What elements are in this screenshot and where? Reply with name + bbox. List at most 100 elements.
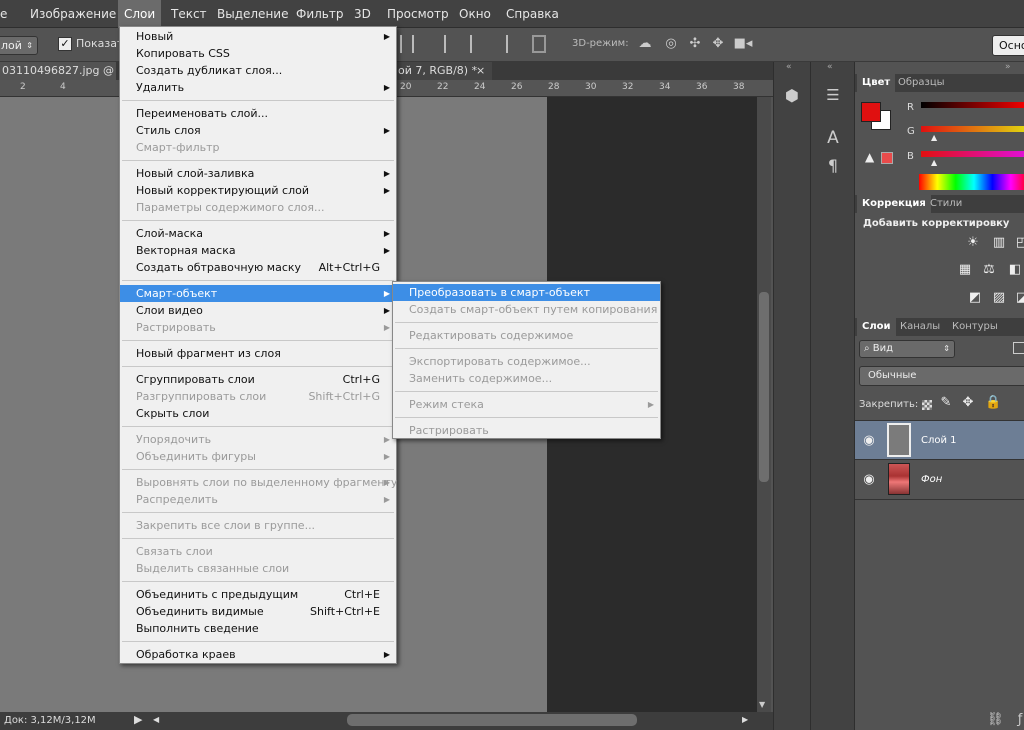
vibrance-icon[interactable]: ▦ (955, 262, 975, 277)
character-panel-icon[interactable]: A (823, 128, 843, 148)
layer_menu-item[interactable]: Копировать CSS (120, 45, 396, 62)
smart_menu-item[interactable]: Преобразовать в смарт-объект (393, 284, 660, 301)
menu-image[interactable]: Изображение (24, 0, 122, 28)
layer_menu-item[interactable]: Объединить с предыдущим Ctrl+E (120, 586, 396, 603)
lock-all-icon[interactable]: 🔒 (985, 395, 1001, 410)
lock-position-icon[interactable]: ✥ (961, 395, 975, 410)
layer_menu-item[interactable]: Переименовать слой... (120, 105, 396, 122)
menu-filter[interactable]: Фильтр (290, 0, 349, 28)
layer_menu-item[interactable]: Слой-маска ▶ (120, 225, 396, 242)
selective-color-icon[interactable]: ◪ (1015, 290, 1024, 305)
visibility-eye-icon[interactable]: ◉ (861, 433, 877, 448)
channel-r-slider[interactable] (921, 102, 1024, 108)
tab-paths[interactable]: Контуры (947, 318, 1003, 336)
status-menu-arrow-icon[interactable]: ▶ (134, 713, 142, 726)
auto-align-icon[interactable] (532, 35, 546, 53)
3d-drag-icon[interactable]: ✣ (686, 36, 704, 51)
tab-close-icon[interactable]: × (476, 62, 490, 80)
layer_menu-item[interactable]: Новый слой-заливка ▶ (120, 165, 396, 182)
layer-name[interactable]: Фон (921, 474, 942, 485)
doc-tab-1[interactable]: 03110496827.jpg @ 66, (0, 62, 116, 80)
blend-mode-dropdown[interactable]: Обычные (859, 366, 1024, 386)
tab-channels[interactable]: Каналы (895, 318, 945, 336)
scroll-left-icon[interactable]: ◀ (153, 715, 159, 724)
layer_menu-item[interactable]: Удалить ▶ (120, 79, 396, 96)
scroll-down-icon[interactable]: ▼ (759, 700, 765, 709)
b-slider-handle-icon[interactable]: ▲ (931, 158, 937, 167)
3d-panel-icon[interactable]: ⬢ (782, 86, 802, 105)
layer_menu-item[interactable]: Смарт-объект ▶ (120, 285, 396, 302)
3d-roll-icon[interactable]: ◎ (662, 36, 680, 51)
layer_menu-item[interactable]: Новый корректирующий слой ▶ (120, 182, 396, 199)
show-transform-checkbox[interactable]: ✓ (58, 37, 72, 51)
gamut-color-swatch[interactable] (881, 152, 893, 164)
foreground-color-swatch[interactable] (861, 102, 881, 122)
channel-b-slider[interactable] (921, 151, 1024, 157)
layer_menu-item[interactable]: Выполнить сведение (120, 620, 396, 637)
layer_menu-item-label: Переименовать слой... (136, 107, 268, 120)
menu-select[interactable]: Выделение (211, 0, 294, 28)
menu-edit[interactable]: е (0, 0, 13, 28)
levels-icon[interactable]: ▥ (989, 235, 1009, 250)
tab-styles[interactable]: Стили (925, 195, 967, 213)
gamut-warning-icon[interactable]: ▲ (865, 150, 874, 164)
layer_menu-item[interactable]: Стиль слоя ▶ (120, 122, 396, 139)
tab-adjustments[interactable]: Коррекция (857, 195, 931, 213)
tab-swatches[interactable]: Образцы (893, 74, 950, 92)
distribute-right-icon[interactable] (494, 35, 508, 53)
brightness-icon[interactable]: ☀ (963, 235, 983, 250)
layer-name[interactable]: Слой 1 (921, 435, 957, 446)
layer-row-1[interactable]: ◉ Слой 1 (855, 420, 1024, 460)
color-balance-icon[interactable]: ⚖ (979, 262, 999, 277)
horizontal-scroll-thumb[interactable] (347, 714, 637, 726)
filter-image-icon[interactable] (1013, 342, 1024, 354)
layer_menu-item[interactable]: Новый ▶ (120, 28, 396, 45)
link-layers-icon[interactable]: ⛓ (987, 712, 1004, 727)
layer_menu-item[interactable]: Векторная маска ▶ (120, 242, 396, 259)
photo-filter-icon[interactable]: ◩ (965, 290, 985, 305)
layer_menu-item[interactable]: Обработка краев ▶ (120, 646, 396, 663)
curves-icon[interactable]: ◰ (1015, 235, 1024, 250)
align-top-icon[interactable] (400, 35, 414, 53)
menu-type[interactable]: Текст (165, 0, 213, 28)
layer-row-2[interactable]: ◉ Фон (855, 460, 1024, 500)
lock-transparency-icon[interactable] (922, 400, 932, 410)
3d-scale-icon[interactable]: ■◂ (733, 36, 753, 51)
scroll-right-icon[interactable]: ▶ (742, 715, 748, 724)
3d-rotate-icon[interactable]: ☁ (636, 36, 654, 51)
auto-select-dropdown[interactable]: лой ⇕ (0, 36, 38, 55)
menu-help[interactable]: Справка (500, 0, 565, 28)
3d-slide-icon[interactable]: ✥ (709, 36, 727, 51)
gradient-map-icon[interactable]: ▨ (989, 290, 1009, 305)
g-slider-handle-icon[interactable]: ▲ (931, 133, 937, 142)
menu-layers[interactable]: Слои (118, 0, 162, 28)
menu-window[interactable]: Окно (453, 0, 497, 28)
fx-icon[interactable]: ƒ (1013, 712, 1024, 727)
layer-filter-dropdown[interactable]: ⌕ Вид ⇕ (859, 340, 955, 358)
tab-layers[interactable]: Слои (857, 318, 896, 336)
layer_menu-item[interactable]: Слои видео ▶ (120, 302, 396, 319)
paragraph-panel-icon[interactable]: ¶ (823, 156, 843, 175)
layer_menu-item[interactable]: Сгруппировать слои Ctrl+G (120, 371, 396, 388)
black-white-icon[interactable]: ◧ (1005, 262, 1024, 277)
workspace-button[interactable]: Осно (992, 35, 1024, 56)
distribute-center-icon[interactable] (470, 35, 484, 53)
tab-color[interactable]: Цвет (857, 74, 896, 92)
visibility-eye-icon[interactable]: ◉ (861, 472, 877, 487)
collapse-panels-icon[interactable]: » (1005, 62, 1011, 72)
layer_menu-item[interactable]: Объединить видимые Shift+Ctrl+E (120, 603, 396, 620)
channel-g-slider[interactable] (921, 126, 1024, 132)
layer_menu-item[interactable]: Скрыть слои (120, 405, 396, 422)
menu-3d[interactable]: 3D (348, 0, 377, 28)
menu-view[interactable]: Просмотр (381, 0, 455, 28)
layer_menu-item[interactable]: Новый фрагмент из слоя (120, 345, 396, 362)
collapse-dock-icon-2[interactable]: « (827, 62, 833, 72)
history-panel-icon[interactable]: ☰ (823, 86, 843, 104)
color-spectrum[interactable] (919, 174, 1024, 190)
vertical-scroll-thumb[interactable] (759, 292, 769, 482)
distribute-icon[interactable] (444, 35, 458, 53)
collapse-dock-icon[interactable]: « (786, 62, 792, 72)
lock-pixels-icon[interactable]: ✎ (939, 395, 953, 410)
layer_menu-item[interactable]: Создать обтравочную маску Alt+Ctrl+G (120, 259, 396, 276)
layer_menu-item[interactable]: Создать дубликат слоя... (120, 62, 396, 79)
